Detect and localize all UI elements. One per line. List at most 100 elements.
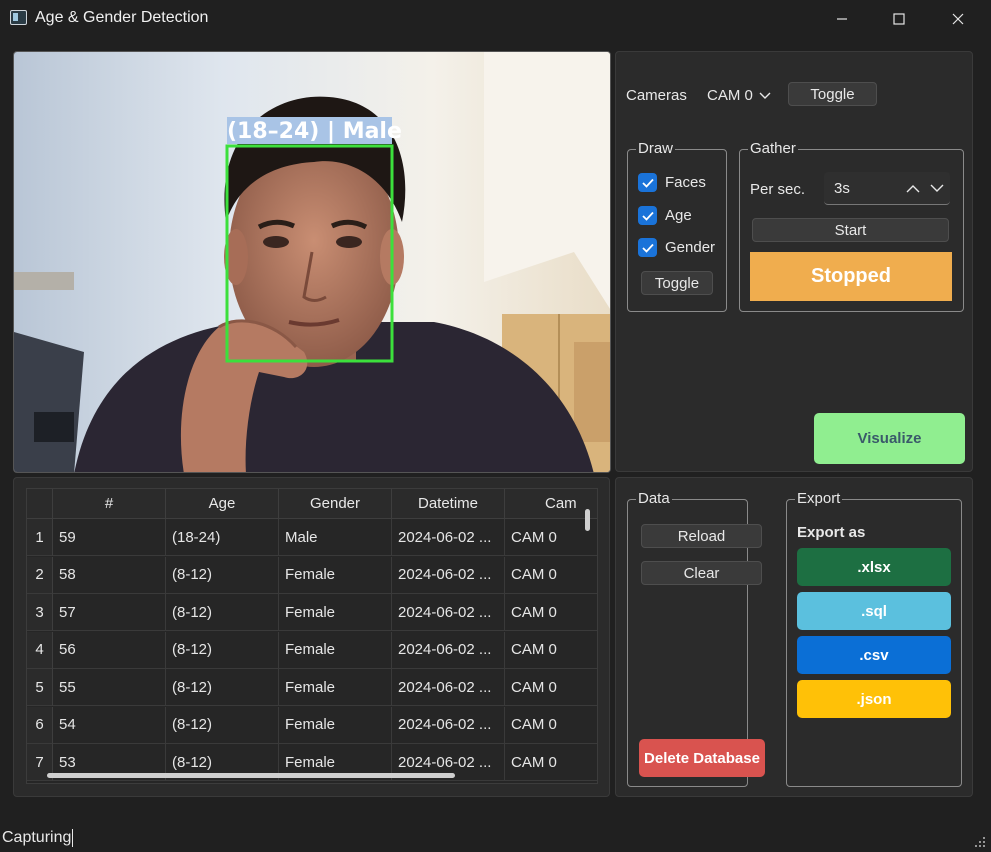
row-header[interactable]: 4 bbox=[27, 631, 53, 669]
cameras-label: Cameras bbox=[626, 87, 687, 104]
camera-select[interactable]: CAM 0 bbox=[704, 83, 776, 108]
cell-datetime[interactable]: 2024-06-02 ... bbox=[392, 519, 505, 556]
checkbox-checked-icon bbox=[638, 238, 657, 257]
draw-toggle-button[interactable]: Toggle bbox=[641, 271, 713, 295]
row-header[interactable]: 2 bbox=[27, 556, 53, 594]
cell-gender[interactable]: Female bbox=[279, 631, 392, 669]
row-header[interactable]: 6 bbox=[27, 706, 53, 744]
text-cursor bbox=[72, 829, 74, 847]
face-label: (18–24) | Male bbox=[227, 119, 402, 144]
cell-age[interactable]: (8-12) bbox=[166, 594, 279, 631]
camera-feed: (18–24) | Male bbox=[13, 51, 611, 473]
column-header-age[interactable]: Age bbox=[166, 489, 279, 519]
gather-status-button[interactable]: Stopped bbox=[750, 252, 952, 301]
cell-number[interactable]: 56 bbox=[53, 631, 166, 669]
close-button[interactable] bbox=[929, 0, 987, 37]
cell-cam[interactable]: CAM 0 bbox=[505, 632, 597, 669]
minimize-icon bbox=[837, 17, 847, 20]
chevron-down-icon[interactable] bbox=[930, 184, 944, 193]
column-header-number[interactable]: # bbox=[53, 489, 166, 519]
maximize-button[interactable] bbox=[870, 0, 928, 37]
chevron-down-icon bbox=[759, 92, 771, 99]
cell-cam[interactable]: CAM 0 bbox=[505, 594, 597, 631]
cell-age[interactable]: (8-12) bbox=[166, 706, 279, 744]
cell-datetime[interactable]: 2024-06-02 ... bbox=[392, 556, 505, 594]
row-header[interactable]: 5 bbox=[27, 669, 53, 706]
data-group: Data Reload Clear Delete Database bbox=[627, 490, 765, 787]
export-group-title: Export bbox=[795, 490, 843, 508]
app-icon bbox=[10, 10, 27, 25]
cell-cam[interactable]: CAM 0 bbox=[505, 669, 597, 706]
minimize-button[interactable] bbox=[813, 0, 871, 37]
resize-grip-icon[interactable] bbox=[974, 836, 986, 848]
cell-cam[interactable]: CAM 0 bbox=[505, 557, 597, 594]
cell-age[interactable]: (8-12) bbox=[166, 631, 279, 669]
draw-group-title: Draw bbox=[636, 140, 676, 158]
cell-gender[interactable]: Male bbox=[279, 519, 392, 556]
cell-datetime[interactable]: 2024-06-02 ... bbox=[392, 669, 505, 706]
export-sql-button[interactable]: .sql bbox=[797, 592, 951, 630]
vertical-scrollbar[interactable] bbox=[585, 509, 590, 531]
records-table: # Age Gender Datetime Cam 1 59 (18-24) Male… bbox=[26, 488, 598, 784]
cell-number[interactable]: 54 bbox=[53, 706, 166, 744]
reload-button[interactable]: Reload bbox=[641, 524, 762, 548]
status-bar-text: Capturing bbox=[2, 829, 74, 847]
row-header[interactable]: 1 bbox=[27, 519, 53, 556]
gender-checkbox[interactable]: Gender bbox=[638, 238, 715, 257]
cell-number[interactable]: 55 bbox=[53, 669, 166, 706]
camera-frame-image: (18–24) | Male bbox=[14, 52, 610, 472]
draw-group: Draw Faces Age Gender Toggle bbox=[627, 140, 727, 312]
data-export-panel: Data Reload Clear Delete Database Export… bbox=[615, 477, 973, 797]
visualize-button[interactable]: Visualize bbox=[814, 413, 965, 464]
gather-start-button[interactable]: Start bbox=[752, 218, 949, 242]
gather-group-title: Gather bbox=[748, 140, 798, 158]
cell-gender[interactable]: Female bbox=[279, 594, 392, 631]
cell-datetime[interactable]: 2024-06-02 ... bbox=[392, 706, 505, 744]
age-checkbox[interactable]: Age bbox=[638, 206, 692, 225]
export-csv-button[interactable]: .csv bbox=[797, 636, 951, 674]
column-header-datetime[interactable]: Datetime bbox=[392, 489, 505, 519]
gather-group: Gather Per sec. 3s Start Stopped bbox=[739, 140, 964, 312]
cell-number[interactable]: 59 bbox=[53, 519, 166, 556]
cell-cam[interactable]: CAM 0 bbox=[505, 707, 597, 744]
per-sec-spinbox[interactable]: 3s bbox=[824, 172, 950, 205]
export-as-label: Export as bbox=[797, 524, 866, 541]
title-bar: Age & Gender Detection bbox=[0, 0, 991, 37]
cell-gender[interactable]: Female bbox=[279, 556, 392, 594]
cell-datetime[interactable]: 2024-06-02 ... bbox=[392, 631, 505, 669]
table-corner bbox=[27, 489, 53, 519]
cell-gender[interactable]: Female bbox=[279, 706, 392, 744]
cell-number[interactable]: 58 bbox=[53, 556, 166, 594]
gender-label: Gender bbox=[665, 239, 716, 256]
per-sec-label: Per sec. bbox=[750, 181, 806, 198]
export-json-button[interactable]: .json bbox=[797, 680, 951, 718]
per-sec-value: 3s bbox=[834, 179, 850, 197]
camera-toggle-button[interactable]: Toggle bbox=[788, 82, 877, 106]
age-label: Age bbox=[665, 207, 692, 224]
row-header[interactable]: 3 bbox=[27, 594, 53, 631]
clear-button[interactable]: Clear bbox=[641, 561, 762, 585]
checkbox-checked-icon bbox=[638, 173, 657, 192]
column-header-gender[interactable]: Gender bbox=[279, 489, 392, 519]
camera-select-value: CAM 0 bbox=[707, 87, 753, 104]
chevron-up-icon[interactable] bbox=[906, 184, 920, 193]
faces-label: Faces bbox=[665, 174, 706, 191]
cell-datetime[interactable]: 2024-06-02 ... bbox=[392, 594, 505, 631]
cell-cam[interactable]: CAM 0 bbox=[505, 744, 597, 781]
cell-gender[interactable]: Female bbox=[279, 669, 392, 706]
cell-number[interactable]: 57 bbox=[53, 594, 166, 631]
control-panel: Cameras CAM 0 Toggle Draw Faces Age Gend… bbox=[615, 51, 973, 472]
window-title: Age & Gender Detection bbox=[35, 9, 209, 26]
maximize-icon bbox=[893, 12, 905, 25]
cell-age[interactable]: (8-12) bbox=[166, 556, 279, 594]
checkbox-checked-icon bbox=[638, 206, 657, 225]
cell-age[interactable]: (18-24) bbox=[166, 519, 279, 556]
cell-age[interactable]: (8-12) bbox=[166, 669, 279, 706]
close-icon bbox=[952, 13, 964, 24]
delete-database-button[interactable]: Delete Database bbox=[639, 739, 765, 777]
faces-checkbox[interactable]: Faces bbox=[638, 173, 706, 192]
export-group: Export Export as .xlsx .sql .csv .json bbox=[786, 490, 962, 787]
export-xlsx-button[interactable]: .xlsx bbox=[797, 548, 951, 586]
horizontal-scrollbar[interactable] bbox=[47, 773, 455, 778]
data-group-title: Data bbox=[636, 490, 672, 508]
